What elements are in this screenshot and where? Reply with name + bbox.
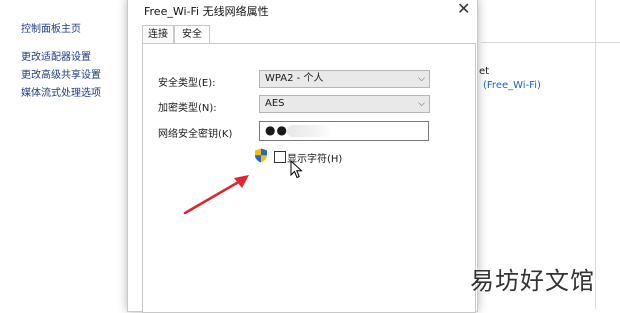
tab-strip: 连接 安全 — [142, 25, 472, 45]
dialog-title: Free_Wi-Fi 无线网络属性 — [144, 5, 269, 18]
control-panel-home-link[interactable]: 控制面板主页 — [21, 20, 81, 35]
encryption-type-select[interactable]: AES ⌵ — [259, 95, 430, 113]
security-type-value: WPA2 - 个人 — [265, 73, 324, 84]
wireless-properties-dialog: Free_Wi-Fi 无线网络属性 ✕ 连接 安全 安全类型(E): WPA2 … — [128, 0, 477, 313]
uac-shield-icon — [255, 148, 267, 163]
mouse-cursor-icon — [290, 160, 303, 179]
dialog-titlebar[interactable]: Free_Wi-Fi 无线网络属性 ✕ — [128, 0, 477, 22]
wifi-connection-link[interactable]: (Free_Wi-Fi) — [483, 80, 541, 91]
change-adapter-settings-link[interactable]: 更改适配器设置 — [21, 48, 91, 63]
network-key-input[interactable]: ●●● — [259, 121, 429, 141]
close-icon[interactable]: ✕ — [457, 1, 470, 17]
security-type-label: 安全类型(E): — [158, 78, 216, 89]
change-advanced-sharing-link[interactable]: 更改高级共享设置 — [21, 66, 101, 81]
tab-connection[interactable]: 连接 — [142, 25, 174, 44]
security-type-select[interactable]: WPA2 - 个人 ⌵ — [259, 70, 430, 88]
show-characters-checkbox[interactable] — [274, 151, 286, 163]
chevron-down-icon: ⌵ — [418, 74, 425, 84]
control-panel-sidebar: 控制面板主页 更改适配器设置 更改高级共享设置 媒体流式处理选项 — [0, 0, 128, 309]
blurred-key-area — [287, 125, 333, 137]
divider — [481, 42, 620, 43]
red-annotation-arrow-icon — [183, 175, 249, 215]
tab-security[interactable]: 安全 — [174, 25, 210, 45]
connection-fragment-text: et — [479, 66, 490, 77]
chevron-down-icon: ⌵ — [418, 99, 425, 109]
encryption-type-value: AES — [265, 98, 285, 109]
scrollbar-edge — [595, 0, 596, 309]
encryption-type-label: 加密类型(N): — [158, 103, 217, 114]
media-streaming-options-link[interactable]: 媒体流式处理选项 — [21, 84, 101, 99]
network-key-label: 网络安全密钥(K) — [158, 129, 233, 140]
watermark-text: 易坊好文馆 — [470, 267, 595, 295]
